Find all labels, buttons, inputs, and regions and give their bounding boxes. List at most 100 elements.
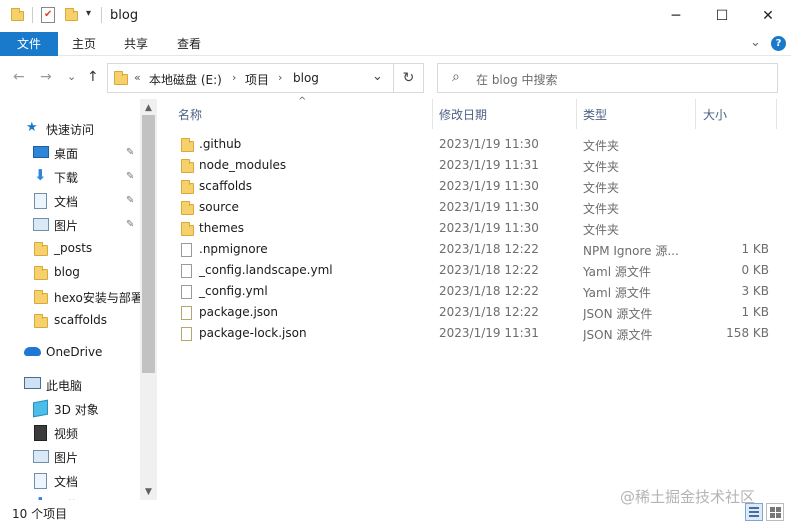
tab-share[interactable]: 共享	[114, 32, 158, 56]
tab-home[interactable]: 主页	[62, 32, 106, 56]
file-size: 1 KB	[741, 242, 769, 256]
file-name: _config.yml	[199, 284, 268, 298]
cloud-icon	[24, 347, 41, 356]
file-row[interactable]: package.json 2023/1/18 12:22 JSON 源文件 1 KB	[157, 302, 791, 323]
file-date: 2023/1/19 11:31	[439, 326, 539, 340]
search-icon: ⌕	[452, 69, 460, 85]
tab-file[interactable]: 文件	[0, 32, 58, 56]
sidebar-item-scaffolds[interactable]: scaffolds	[0, 309, 140, 333]
sidebar-item-pictures-pc[interactable]: 图片	[0, 445, 140, 469]
window-title: blog	[110, 8, 139, 23]
file-name: source	[199, 200, 239, 214]
file-type: 文件夹	[583, 160, 620, 174]
address-bar[interactable]: « 本地磁盘 (E:) › 项目 › blog ⌄	[107, 63, 394, 93]
refresh-button[interactable]: ↻	[394, 63, 424, 93]
sidebar-item-onedrive[interactable]: OneDrive	[0, 341, 140, 365]
back-button[interactable]: ←	[13, 69, 25, 85]
file-type: JSON 源文件	[583, 328, 653, 342]
video-icon	[34, 425, 47, 441]
scroll-up-icon[interactable]: ▲	[140, 101, 157, 115]
details-view-icon[interactable]	[745, 503, 763, 521]
minimize-button[interactable]: ─	[653, 0, 699, 32]
file-type: Yaml 源文件	[583, 286, 651, 300]
overflow-crumb[interactable]: «	[134, 71, 141, 84]
properties-icon[interactable]: ✔	[41, 7, 55, 23]
column-divider[interactable]	[776, 99, 777, 129]
sidebar-item-pictures[interactable]: 图片 ✎	[0, 213, 140, 237]
file-name: node_modules	[199, 158, 287, 172]
folder-icon	[114, 71, 130, 85]
sidebar-item-downloads[interactable]: ⬇ 下载 ✎	[0, 165, 140, 189]
file-row[interactable]: .npmignore 2023/1/18 12:22 NPM Ignore 源...…	[157, 239, 791, 260]
breadcrumb-projects[interactable]: 项目	[245, 71, 269, 88]
scroll-down-icon[interactable]: ▼	[140, 485, 157, 499]
tab-view[interactable]: 查看	[167, 32, 211, 56]
search-input[interactable]: ⌕ 在 blog 中搜索	[437, 63, 778, 93]
search-placeholder: 在 blog 中搜索	[476, 73, 558, 87]
sidebar-scroll-thumb[interactable]	[142, 115, 155, 373]
file-row[interactable]: _config.landscape.yml 2023/1/18 12:22 Yaml…	[157, 260, 791, 281]
chevron-right-icon[interactable]: ›	[278, 71, 282, 84]
large-icons-view-icon[interactable]	[766, 503, 784, 521]
pin-icon: ✎	[126, 219, 135, 230]
forward-button[interactable]: →	[40, 69, 52, 85]
cube-icon	[33, 399, 48, 418]
sidebar-item-this-pc[interactable]: 此电脑	[0, 373, 140, 397]
up-button[interactable]: ↑	[87, 69, 99, 85]
file-date: 2023/1/18 12:22	[439, 242, 539, 256]
file-name: themes	[199, 221, 245, 235]
toolbar-divider	[101, 7, 102, 23]
breadcrumb-blog[interactable]: blog	[293, 71, 319, 85]
file-name: package.json	[199, 305, 279, 319]
folder-icon	[181, 138, 194, 152]
picture-icon	[33, 218, 49, 231]
file-size: 158 KB	[726, 326, 769, 340]
new-folder-icon[interactable]	[64, 8, 80, 22]
json-file-icon	[181, 306, 193, 320]
close-button[interactable]: ✕	[745, 0, 791, 32]
file-icon	[181, 243, 193, 257]
sidebar-item-documents-pc[interactable]: 文档	[0, 469, 140, 493]
file-row[interactable]: package-lock.json 2023/1/19 11:31 JSON 源文件…	[157, 323, 791, 344]
sort-ascending-icon: ^	[298, 96, 307, 107]
file-row[interactable]: .github 2023/1/19 11:30 文件夹	[157, 134, 791, 155]
sidebar-item-desktop[interactable]: 桌面 ✎	[0, 141, 140, 165]
help-icon[interactable]: ?	[771, 36, 786, 51]
file-date: 2023/1/19 11:30	[439, 179, 539, 193]
breadcrumb-drive[interactable]: 本地磁盘 (E:)	[149, 71, 222, 88]
sidebar-item-videos[interactable]: 视频	[0, 421, 140, 445]
expand-ribbon-icon[interactable]: ⌄	[750, 35, 761, 50]
address-dropdown-icon[interactable]: ⌄	[372, 69, 383, 84]
customize-toolbar-icon[interactable]: ▾	[86, 8, 91, 19]
file-row[interactable]: node_modules 2023/1/19 11:31 文件夹	[157, 155, 791, 176]
column-header-size[interactable]: 大小	[703, 102, 727, 128]
sidebar-item-downloads-pc[interactable]: ⬇ 下载	[0, 493, 140, 500]
sidebar-item-quick-access[interactable]: ★ 快速访问	[0, 117, 140, 141]
toolbar-divider	[32, 7, 33, 23]
file-row[interactable]: scaffolds 2023/1/19 11:30 文件夹	[157, 176, 791, 197]
column-header-type[interactable]: 类型	[583, 102, 607, 128]
column-header-name[interactable]: 名称	[178, 102, 202, 128]
file-row[interactable]: source 2023/1/19 11:30 文件夹	[157, 197, 791, 218]
folder-icon	[181, 222, 194, 236]
file-size: 0 KB	[741, 263, 769, 277]
sidebar-item-blog[interactable]: blog	[0, 261, 140, 285]
column-divider[interactable]	[576, 99, 577, 129]
folder-icon	[34, 314, 50, 328]
document-icon	[34, 193, 47, 209]
download-icon: ⬇	[34, 166, 47, 184]
column-divider[interactable]	[432, 99, 433, 129]
sidebar-item-3d-objects[interactable]: 3D 对象	[0, 397, 140, 421]
file-row[interactable]: themes 2023/1/19 11:30 文件夹	[157, 218, 791, 239]
recent-locations-button[interactable]: ⌄	[67, 70, 76, 83]
file-row[interactable]: _config.yml 2023/1/18 12:22 Yaml 源文件 3 KB	[157, 281, 791, 302]
watermark-text: @稀土掘金技术社区	[620, 488, 756, 506]
column-divider[interactable]	[695, 99, 696, 129]
column-header-date[interactable]: 修改日期	[439, 102, 487, 128]
sidebar-item-hexo[interactable]: hexo安装与部署	[0, 285, 140, 309]
sidebar-item-documents[interactable]: 文档 ✎	[0, 189, 140, 213]
chevron-right-icon[interactable]: ›	[232, 71, 236, 84]
yaml-file-icon	[181, 285, 193, 299]
maximize-button[interactable]: ☐	[699, 0, 745, 32]
sidebar-item-posts[interactable]: _posts	[0, 237, 140, 261]
